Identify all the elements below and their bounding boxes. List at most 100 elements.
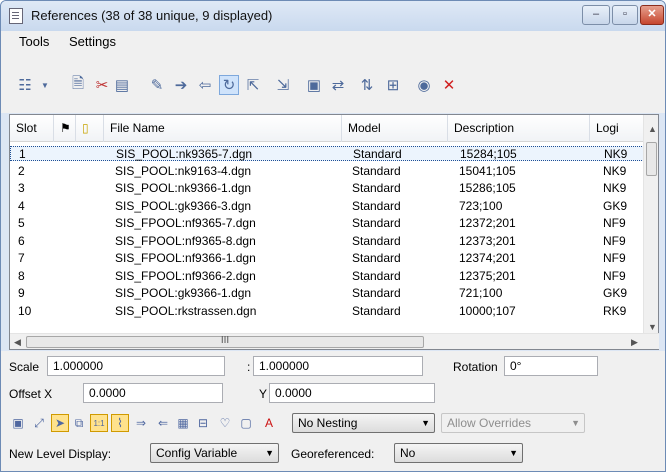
offset-y-field[interactable]: 0.0000 — [269, 383, 435, 403]
title-bar[interactable]: References (38 of 38 unique, 9 displayed… — [1, 1, 665, 31]
table-row[interactable]: 9 SIS_POOL:gk9366-1.dgn Standard 721;100 GK9 — [10, 286, 644, 301]
row-model: Standard — [352, 251, 401, 265]
level-icon[interactable]: ⊟ — [194, 414, 212, 432]
table-row[interactable]: 8 SIS_FPOOL:nf9366-2.dgn Standard 12375;201… — [10, 269, 644, 284]
row-logical: GK9 — [603, 198, 628, 213]
chevron-down-icon: ▼ — [421, 418, 430, 428]
row-slot: 2 — [18, 163, 25, 178]
horizontal-scrollbar[interactable]: ◀ III ▶ — [10, 333, 659, 349]
table-row[interactable]: 1 SIS_POOL:nk9365-7.dgn Standard 15284;105 N… — [10, 146, 644, 161]
tree-view-icon[interactable]: ☷ — [15, 75, 35, 95]
header-file-name[interactable]: File Name — [104, 115, 342, 142]
nest-left-icon[interactable]: ⇒ — [132, 414, 150, 432]
menu-settings[interactable]: Settings — [69, 34, 116, 49]
header-document[interactable]: ▯ — [76, 115, 104, 142]
row-description: 12374;201 — [459, 251, 516, 265]
new-level-dropdown[interactable]: Config Variable ▼ — [150, 443, 279, 463]
dropdown-icon[interactable]: ▼ — [35, 75, 55, 95]
header-flag[interactable]: ⚑ — [54, 115, 76, 142]
menu-tools[interactable]: Tools — [19, 34, 49, 49]
nesting-dropdown[interactable]: No Nesting ▼ — [292, 413, 435, 433]
move-icon[interactable]: ➔ — [171, 75, 191, 95]
vertical-scroll-thumb[interactable] — [646, 142, 657, 176]
true-scale-icon[interactable]: 1:1 — [90, 414, 108, 432]
horizontal-scroll-thumb[interactable]: III — [26, 336, 424, 348]
reference-toolbar: ☷ ▼ 🗎 ✂ ▤ ✎ ➔ ⇦ ↻ ⇱ ⇲ ▣ ⇄ ⇅ ⊞ ◉ ✕ — [1, 53, 665, 113]
row-slot: 7 — [18, 251, 25, 265]
row-file-name: SIS_FPOOL:nf9365-7.dgn — [115, 216, 256, 230]
table-row[interactable]: 2 SIS_POOL:nk9163-4.dgn Standard 15041;105 N… — [10, 164, 644, 179]
table-row[interactable]: 7 SIS_FPOOL:nf9366-1.dgn Standard 12374;201… — [10, 251, 644, 266]
open-folder-icon[interactable]: ▤ — [112, 75, 132, 95]
clip-icon[interactable]: ▢ — [237, 414, 255, 432]
scale-lines-icon[interactable]: ⌇ — [111, 414, 129, 432]
scale-label: Scale — [9, 360, 40, 374]
references-table: Slot ⚑ ▯ File Name Model Description Log… — [9, 114, 659, 350]
rotation-label: Rotation — [453, 360, 498, 374]
table-row[interactable]: 5 SIS_FPOOL:nf9365-7.dgn Standard 12372;201… — [10, 216, 644, 231]
mirror-icon[interactable]: ⇅ — [357, 75, 377, 95]
minimize-button[interactable]: – — [582, 5, 610, 25]
scale-second-field[interactable]: 1.000000 — [253, 356, 423, 376]
scale-separator: : — [247, 360, 251, 374]
row-file-name: SIS_POOL:gk9366-1.dgn — [115, 286, 252, 300]
table-row[interactable]: 3 SIS_POOL:nk9366-1.dgn Standard 15286;105 N… — [10, 181, 644, 196]
clip-boundary-icon[interactable]: ✎ — [147, 75, 167, 95]
annotation-icon[interactable]: A — [260, 414, 278, 432]
row-description: 15286;105 — [459, 181, 516, 195]
copy-attachment-icon[interactable]: ⇱ — [243, 75, 263, 95]
offset-y-label: Y — [259, 387, 268, 401]
georeferenced-label: Georeferenced: — [291, 447, 375, 461]
merge-icon[interactable]: ⊞ — [383, 75, 403, 95]
header-logical[interactable]: Logi — [590, 115, 644, 142]
display-toggle-icon[interactable]: ▣ — [9, 414, 27, 432]
row-model: Standard — [352, 303, 401, 318]
detach-reference-icon[interactable]: ✂ — [92, 75, 112, 95]
table-header: Slot ⚑ ▯ File Name Model Description Log… — [10, 115, 644, 142]
exchange-icon[interactable]: ⇲ — [273, 75, 293, 95]
row-description: 15041;105 — [459, 163, 516, 178]
table-row[interactable]: 6 SIS_FPOOL:nf9365-8.dgn Standard 12373;201… — [10, 234, 644, 249]
rotation-field[interactable]: 0° — [504, 356, 598, 376]
row-description: 721;100 — [459, 286, 503, 300]
vertical-scrollbar[interactable]: ▲ ▼ — [643, 115, 658, 334]
header-model[interactable]: Model — [342, 115, 448, 142]
reference-properties: Scale 1.000000 : 1.000000 Rotation 0° Of… — [1, 351, 665, 471]
scroll-down-icon[interactable]: ▼ — [648, 322, 657, 332]
light-icon[interactable]: ♡ — [216, 414, 234, 432]
table-row[interactable]: 4 SIS_POOL:gk9366-3.dgn Standard 723;100 GK9 — [10, 199, 644, 214]
overrides-dropdown[interactable]: Allow Overrides ▼ — [441, 413, 585, 433]
row-file-name: SIS_POOL:gk9366-3.dgn — [115, 198, 252, 213]
rotate-icon[interactable]: ⇦ — [195, 75, 215, 95]
nest-right-icon[interactable]: ⇐ — [154, 414, 172, 432]
georeferenced-dropdown[interactable]: No ▼ — [394, 443, 523, 463]
scale-icon[interactable]: ⇄ — [328, 75, 348, 95]
scroll-left-icon[interactable]: ◀ — [14, 337, 21, 348]
header-description[interactable]: Description — [448, 115, 590, 142]
copy-icon[interactable]: ⧉ — [70, 414, 88, 432]
row-slot: 10 — [18, 303, 32, 318]
header-slot[interactable]: Slot — [10, 115, 54, 142]
chevron-down-icon: ▼ — [265, 448, 274, 458]
table-row[interactable]: 10 SIS_POOL:rkstrassen.dgn Standard 10000;1… — [10, 304, 644, 319]
grid-icon[interactable]: ▦ — [174, 414, 192, 432]
row-model: Standard — [352, 268, 401, 283]
scroll-up-icon[interactable]: ▲ — [648, 124, 657, 134]
scale-field[interactable]: 1.000000 — [47, 356, 225, 376]
scroll-right-icon[interactable]: ▶ — [631, 337, 638, 348]
close-button[interactable]: ✕ — [640, 5, 664, 25]
row-model: Standard — [352, 216, 401, 230]
row-logical: NF9 — [603, 268, 626, 283]
settings-dialog-icon[interactable]: ▣ — [304, 75, 324, 95]
delete-icon[interactable]: ✕ — [439, 75, 459, 95]
reload-icon[interactable]: ↻ — [219, 75, 239, 95]
snap-icon[interactable]: ⤢ — [30, 414, 48, 432]
locate-icon[interactable]: ➤ — [51, 414, 69, 432]
row-description: 12373;201 — [459, 233, 516, 248]
new-level-value: Config Variable — [156, 446, 238, 460]
maximize-button[interactable]: ▫ — [612, 5, 638, 25]
attach-reference-icon[interactable]: 🗎 — [68, 75, 88, 95]
offset-x-field[interactable]: 0.0000 — [83, 383, 223, 403]
row-slot: 5 — [18, 216, 25, 230]
wireframe-icon[interactable]: ◉ — [414, 75, 434, 95]
